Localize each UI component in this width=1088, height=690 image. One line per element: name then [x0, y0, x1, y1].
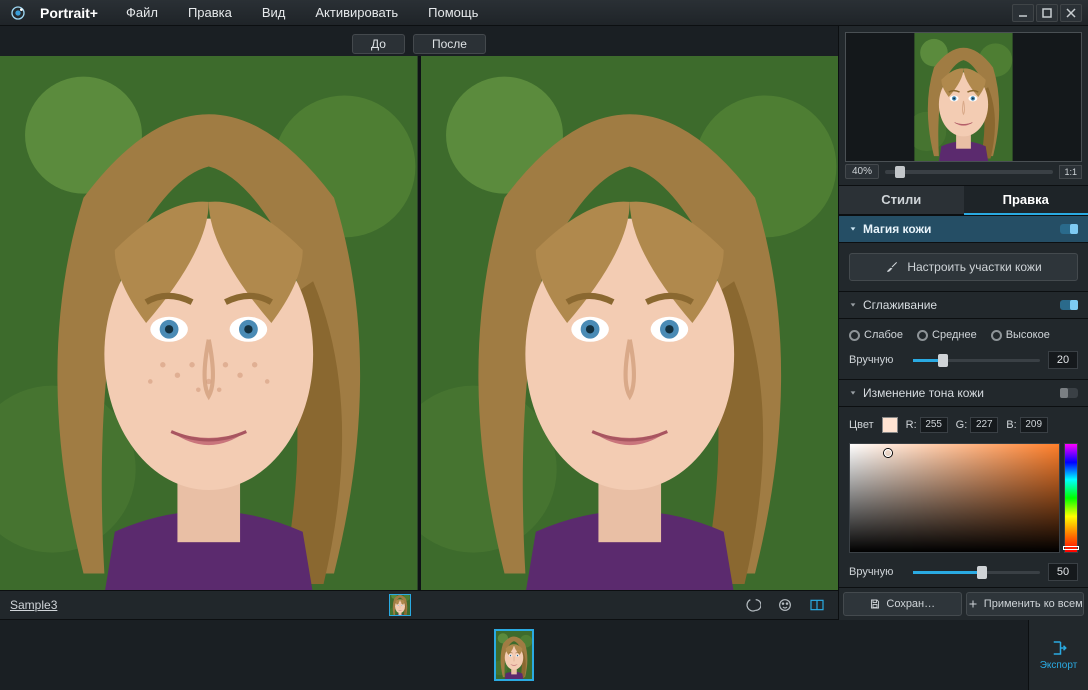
- plus-icon: [967, 598, 979, 610]
- sample-name-link[interactable]: Sample3: [10, 598, 57, 612]
- menu-edit[interactable]: Правка: [184, 3, 236, 22]
- smoothing-manual-value[interactable]: 20: [1048, 351, 1078, 369]
- before-pane[interactable]: [0, 56, 418, 590]
- skin-tone-manual-value[interactable]: 50: [1048, 563, 1078, 581]
- color-g-value[interactable]: 227: [970, 417, 998, 433]
- app-title: Portrait+: [40, 5, 98, 21]
- smoothing-manual-label: Вручную: [849, 354, 905, 366]
- smoothing-preset-radios: Слабое Среднее Высокое: [849, 329, 1078, 341]
- menu-file[interactable]: Файл: [122, 3, 162, 22]
- section-smoothing-header[interactable]: Сглаживание: [839, 291, 1088, 319]
- after-label: После: [413, 34, 486, 54]
- fit-one-to-one-button[interactable]: 1:1: [1059, 165, 1082, 179]
- menu-help[interactable]: Помощь: [424, 3, 482, 22]
- export-icon: [1050, 639, 1068, 657]
- color-sv-picker[interactable]: [849, 443, 1060, 553]
- section-smoothing-title: Сглаживание: [863, 298, 937, 312]
- bottom-bar: Экспорт: [0, 620, 1088, 690]
- section-skin-magic-header[interactable]: Магия кожи: [839, 215, 1088, 243]
- save-button[interactable]: Сохран…: [843, 592, 962, 616]
- before-label: До: [352, 34, 405, 54]
- close-button[interactable]: [1060, 4, 1082, 22]
- skin-tone-manual-label: Вручную: [849, 566, 905, 578]
- color-hue-slider[interactable]: [1064, 443, 1078, 553]
- tab-styles[interactable]: Стили: [839, 185, 964, 215]
- film-strip-thumb[interactable]: [494, 629, 534, 681]
- after-pane[interactable]: [421, 56, 839, 590]
- color-b-value[interactable]: 209: [1020, 417, 1048, 433]
- navigator-preview[interactable]: [845, 32, 1082, 162]
- side-panel: 40% 1:1 Стили Правка Магия кожи Настроит…: [838, 26, 1088, 620]
- image-viewer: До После Sample3: [0, 26, 838, 620]
- app-logo-icon: [10, 5, 26, 21]
- split-view-icon[interactable]: [806, 594, 828, 616]
- smoothing-manual-slider[interactable]: [913, 359, 1040, 362]
- menu-activate[interactable]: Активировать: [311, 3, 402, 22]
- detected-face-thumb[interactable]: [389, 594, 411, 616]
- compare-icon[interactable]: [742, 594, 764, 616]
- maximize-button[interactable]: [1036, 4, 1058, 22]
- menu-bar: Файл Правка Вид Активировать Помощь: [122, 3, 482, 22]
- minimize-button[interactable]: [1012, 4, 1034, 22]
- color-swatch[interactable]: [882, 417, 898, 433]
- color-label: Цвет: [849, 419, 874, 431]
- skin-magic-toggle[interactable]: [1060, 224, 1078, 234]
- smoothing-weak-radio[interactable]: Слабое: [849, 329, 903, 341]
- skin-tone-manual-slider[interactable]: [913, 571, 1040, 574]
- smoothing-medium-radio[interactable]: Среднее: [917, 329, 977, 341]
- smoothing-toggle[interactable]: [1060, 300, 1078, 310]
- titlebar: Portrait+ Файл Правка Вид Активировать П…: [0, 0, 1088, 26]
- skin-tone-toggle[interactable]: [1060, 388, 1078, 398]
- face-detect-icon[interactable]: [774, 594, 796, 616]
- smoothing-high-radio[interactable]: Высокое: [991, 329, 1050, 341]
- zoom-value: 40%: [845, 164, 879, 179]
- menu-view[interactable]: Вид: [258, 3, 290, 22]
- section-skin-tone-title: Изменение тона кожи: [863, 386, 984, 400]
- section-skin-magic-title: Магия кожи: [863, 222, 931, 236]
- section-skin-tone-header[interactable]: Изменение тона кожи: [839, 379, 1088, 407]
- zoom-slider[interactable]: [885, 170, 1053, 174]
- side-tabs: Стили Правка: [839, 185, 1088, 215]
- window-controls: [1012, 4, 1082, 22]
- film-strip: [0, 620, 1028, 690]
- brush-icon: [885, 260, 899, 274]
- floppy-icon: [869, 598, 881, 610]
- apply-to-all-button[interactable]: Применить ко всем: [966, 592, 1085, 616]
- tab-edit[interactable]: Правка: [964, 185, 1088, 215]
- export-button[interactable]: Экспорт: [1028, 620, 1088, 690]
- sample-toolbar: Sample3: [0, 590, 838, 620]
- color-r-value[interactable]: 255: [920, 417, 948, 433]
- adjust-skin-areas-button[interactable]: Настроить участки кожи: [849, 253, 1078, 281]
